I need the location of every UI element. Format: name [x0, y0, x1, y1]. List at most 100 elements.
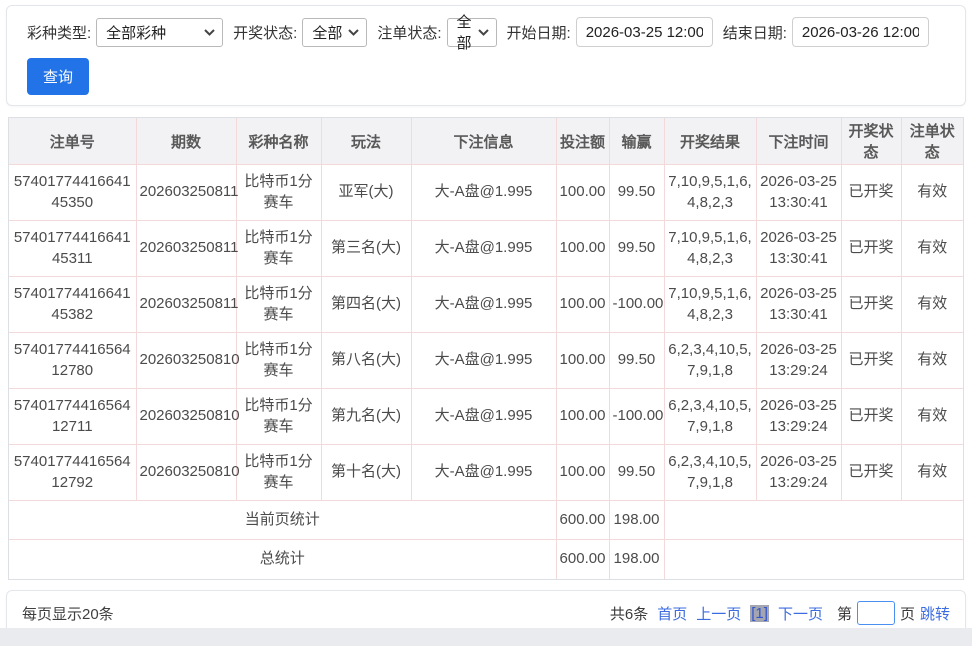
cell-period: 202603250811: [135, 220, 239, 277]
grand-summary-winloss-total: 198.00: [608, 539, 665, 579]
cell-draw-result: 6,2,3,4,10,5,7,9,1,8: [663, 388, 757, 445]
chevron-down-icon: [348, 28, 360, 36]
cell-period: 202603250811: [135, 164, 239, 221]
start-date-label: 开始日期:: [506, 24, 571, 42]
cell-bet-id: 5740177441664145382: [9, 276, 137, 333]
cell-bet-status: 有效: [900, 332, 963, 389]
cell-period: 202603250810: [135, 332, 240, 389]
next-page-link[interactable]: 下一页: [778, 603, 823, 624]
cell-draw-result: 6,2,3,4,10,5,7,9,1,8: [663, 444, 757, 501]
header-play-type: 玩法: [320, 118, 412, 165]
cell-draw-result: 7,10,9,5,1,6,4,8,2,3: [663, 164, 757, 221]
bet-status-select[interactable]: 全部: [446, 14, 497, 52]
cell-bet-id: 5740177441656412711: [9, 388, 137, 445]
lottery-type-label: 彩种类型:: [27, 24, 92, 42]
cell-draw-status: 已开奖: [840, 164, 902, 221]
cell-bet-status: 有效: [900, 276, 963, 333]
page-summary-label: 当前页统计: [9, 500, 557, 540]
cell-play-type: 第三名(大): [320, 220, 412, 277]
first-page-link[interactable]: 首页: [657, 603, 687, 624]
end-date-input[interactable]: [791, 17, 929, 47]
cell-win-loss: 99.50: [608, 444, 665, 501]
table-row: 5740177441656412711 202603250810 比特币1分赛车…: [9, 388, 963, 445]
cell-win-loss: -100.00: [608, 388, 665, 445]
cell-bet-amount: 100.00: [555, 220, 610, 277]
cell-bet-amount: 100.00: [555, 444, 610, 501]
grand-summary-empty: [663, 539, 963, 579]
page-bottom-strip: [0, 628, 972, 646]
cell-bet-id: 5740177441656412792: [9, 444, 137, 501]
pager: 共6条 首页 上一页 [1] 下一页 第 页 跳转: [601, 601, 950, 625]
lottery-type-select[interactable]: 全部彩种: [96, 17, 224, 47]
filter-row: 彩种类型: 全部彩种 开奖状态: 全部 注单状态: 全部 开始日期: 结束日期:: [17, 14, 955, 52]
cell-bet-amount: 100.00: [555, 164, 610, 221]
cell-lottery-name: 比特币1分赛车: [235, 276, 322, 333]
cell-bet-id: 5740177441664145311: [9, 220, 137, 277]
jump-group: 第 页 跳转: [832, 601, 950, 625]
per-page-label: 每页显示20条: [22, 605, 114, 623]
draw-status-label: 开奖状态:: [233, 24, 298, 42]
chevron-down-icon: [477, 28, 489, 36]
cell-win-loss: 99.50: [608, 164, 665, 221]
cell-draw-result: 6,2,3,4,10,5,7,9,1,8: [663, 332, 757, 389]
cell-bet-time: 2026-03-25 13:30:41: [755, 220, 842, 277]
cell-lottery-name: 比特币1分赛车: [235, 220, 322, 277]
draw-status-select[interactable]: 全部: [302, 17, 368, 47]
cell-bet-status: 有效: [900, 164, 963, 221]
filter-panel: 彩种类型: 全部彩种 开奖状态: 全部 注单状态: 全部 开始日期: 结束日期:…: [6, 5, 966, 106]
cell-bet-info: 大-A盘@1.995: [410, 276, 557, 333]
jump-link[interactable]: 跳转: [920, 603, 950, 624]
cell-play-type: 第十名(大): [320, 444, 412, 501]
table-row: 5740177441656412792 202603250810 比特币1分赛车…: [9, 444, 963, 501]
header-bet-status: 注单状态: [900, 118, 963, 165]
cell-lottery-name: 比特币1分赛车: [235, 164, 322, 221]
cell-bet-time: 2026-03-25 13:29:24: [755, 332, 842, 389]
cell-play-type: 第四名(大): [320, 276, 412, 333]
bet-status-value: 全部: [456, 14, 472, 52]
header-bet-info: 下注信息: [410, 118, 557, 165]
page-summary-winloss-total: 198.00: [608, 500, 665, 540]
cell-bet-time: 2026-03-25 13:30:41: [755, 164, 842, 221]
header-draw-result: 开奖结果: [663, 118, 757, 165]
current-page-indicator[interactable]: [1]: [750, 604, 769, 622]
header-draw-status: 开奖状态: [840, 118, 902, 165]
table-row: 5740177441656412780 202603250810 比特币1分赛车…: [9, 332, 963, 389]
end-date-label: 结束日期:: [722, 24, 787, 42]
cell-bet-status: 有效: [900, 444, 963, 501]
table-row: 5740177441664145350 202603250811 比特币1分赛车…: [9, 164, 963, 221]
grand-summary-row: 总统计 600.00 198.00: [9, 539, 963, 579]
cell-lottery-name: 比特币1分赛车: [235, 444, 322, 501]
cell-period: 202603250811: [135, 276, 239, 333]
table-header-row: 注单号 期数 彩种名称 玩法 下注信息 投注额 输赢 开奖结果 下注时间 开奖状…: [9, 118, 963, 165]
cell-win-loss: 99.50: [608, 332, 665, 389]
page-summary-bet-total: 600.00: [555, 500, 610, 540]
page-jump-input[interactable]: [856, 601, 895, 625]
cell-bet-time: 2026-03-25 13:29:24: [755, 444, 842, 501]
cell-period: 202603250810: [135, 388, 240, 445]
draw-status-value: 全部: [312, 24, 343, 42]
table-row: 5740177441664145311 202603250811 比特币1分赛车…: [9, 220, 963, 277]
grand-summary-bet-total: 600.00: [555, 539, 610, 579]
search-button[interactable]: 查询: [27, 58, 90, 95]
cell-bet-info: 大-A盘@1.995: [410, 388, 557, 445]
cell-bet-info: 大-A盘@1.995: [410, 220, 557, 277]
cell-bet-amount: 100.00: [555, 332, 610, 389]
start-date-input[interactable]: [575, 17, 713, 47]
cell-bet-id: 5740177441664145350: [9, 164, 137, 221]
prev-page-link[interactable]: 上一页: [696, 603, 741, 624]
cell-lottery-name: 比特币1分赛车: [235, 332, 322, 389]
cell-bet-id: 5740177441656412780: [9, 332, 137, 389]
bet-records-table: 注单号 期数 彩种名称 玩法 下注信息 投注额 输赢 开奖结果 下注时间 开奖状…: [9, 118, 963, 579]
jump-prefix-label: 第: [836, 605, 852, 623]
page-summary-row: 当前页统计 600.00 198.00: [9, 500, 963, 540]
bet-records-table-wrap: 注单号 期数 彩种名称 玩法 下注信息 投注额 输赢 开奖结果 下注时间 开奖状…: [8, 117, 964, 580]
cell-play-type: 亚军(大): [320, 164, 412, 221]
total-count-label: 共6条: [609, 605, 649, 623]
cell-bet-info: 大-A盘@1.995: [410, 164, 557, 221]
header-period: 期数: [135, 118, 237, 165]
cell-bet-amount: 100.00: [555, 276, 610, 333]
cell-bet-time: 2026-03-25 13:29:24: [755, 388, 842, 445]
cell-draw-status: 已开奖: [840, 388, 902, 445]
cell-bet-info: 大-A盘@1.995: [410, 444, 557, 501]
cell-lottery-name: 比特币1分赛车: [235, 388, 322, 445]
